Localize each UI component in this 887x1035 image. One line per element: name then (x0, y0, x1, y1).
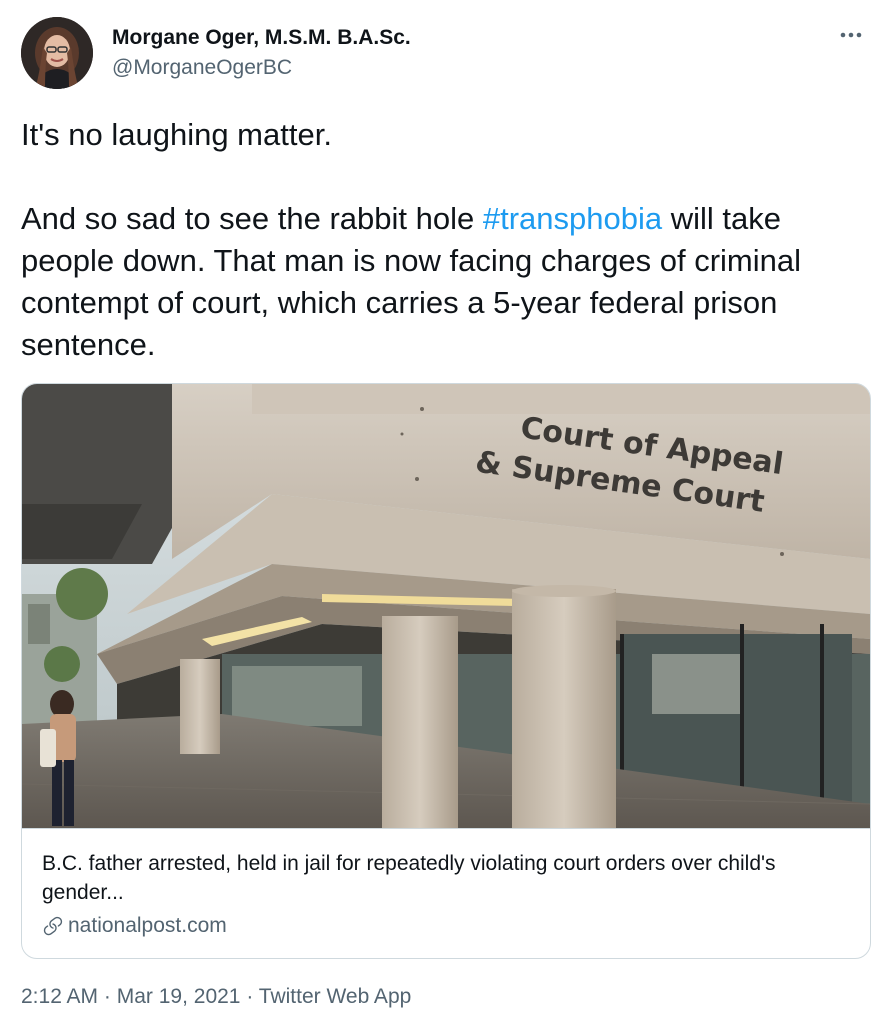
card-domain-text[interactable]: nationalpost.com (68, 914, 227, 938)
courthouse-photo: Court of Appeal & Supreme Court (22, 384, 870, 828)
tweet-date[interactable]: Mar 19, 2021 (117, 985, 241, 1008)
tweet-footer: 2:12 AM · Mar 19, 2021 · Twitter Web App (21, 985, 411, 1009)
footer-separator-2: · (240, 985, 259, 1008)
author-handle[interactable]: @MorganeOgerBC (112, 56, 292, 80)
link-card[interactable]: Court of Appeal & Supreme Court B.C. fat… (21, 383, 871, 959)
tweet-paragraph-2: And so sad to see the rabbit hole #trans… (21, 198, 871, 366)
tweet: Morgane Oger, M.S.M. B.A.Sc. @MorganeOge… (0, 0, 887, 1035)
card-image[interactable]: Court of Appeal & Supreme Court (22, 384, 870, 828)
avatar[interactable] (21, 17, 93, 89)
author-name[interactable]: Morgane Oger, M.S.M. B.A.Sc. (112, 26, 411, 50)
tweet-source[interactable]: Twitter Web App (259, 985, 412, 1008)
tweet-text: It's no laughing matter. And so sad to s… (21, 114, 871, 366)
link-icon (43, 916, 63, 936)
avatar-image (21, 17, 93, 89)
tweet-time[interactable]: 2:12 AM (21, 985, 98, 1008)
tweet-line-1: It's no laughing matter. (21, 117, 332, 152)
card-title[interactable]: B.C. father arrested, held in jail for r… (42, 849, 850, 907)
footer-separator-1: · (98, 985, 117, 1008)
card-domain: nationalpost.com (42, 914, 850, 938)
more-button[interactable] (833, 20, 869, 50)
tweet-text-before-hashtag: And so sad to see the rabbit hole (21, 201, 483, 236)
card-meta: B.C. father arrested, held in jail for r… (22, 828, 870, 958)
more-icon (840, 32, 862, 38)
hashtag-link[interactable]: #transphobia (483, 201, 662, 236)
